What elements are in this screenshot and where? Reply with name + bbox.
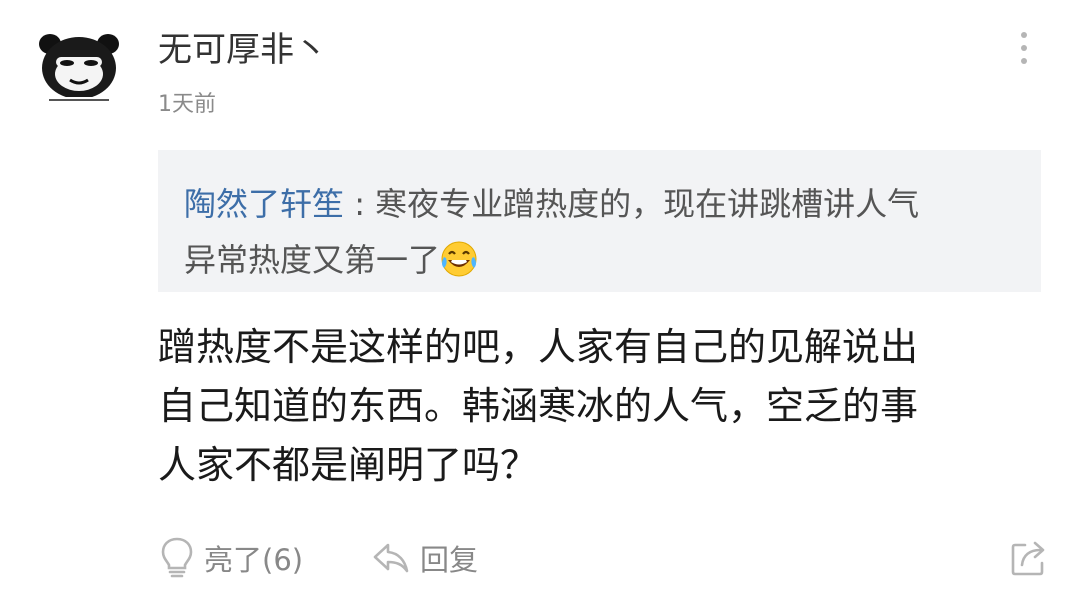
quoted-comment[interactable]: 陶然了轩笙 : 寒夜专业蹭热度的，现在讲跳槽讲人气 异常热度又第一了 xyxy=(158,150,1041,292)
quote-author[interactable]: 陶然了轩笙 xyxy=(184,185,344,223)
username[interactable]: 无可厚非丶 xyxy=(158,28,328,72)
share-icon xyxy=(1011,541,1045,576)
comment-body: 蹭热度不是这样的吧，人家有自己的见解说出 自己知道的东西。韩涵寒冰的人气，空乏的… xyxy=(158,318,1018,495)
comment-line-1: 蹭热度不是这样的吧，人家有自己的见解说出 xyxy=(158,325,919,369)
laughing-tears-emoji-icon xyxy=(441,241,477,277)
quote-line-1: 陶然了轩笙 : 寒夜专业蹭热度的，现在讲跳槽讲人气 xyxy=(184,176,1017,232)
share-button[interactable] xyxy=(1010,532,1048,584)
quote-separator: : xyxy=(344,185,376,223)
reply-label: 回复 xyxy=(420,543,479,577)
comment-line-3: 人家不都是阐明了吗？ xyxy=(158,443,539,487)
avatar[interactable] xyxy=(38,30,120,106)
more-vertical-icon[interactable] xyxy=(1012,32,1036,64)
like-label: 亮了(6) xyxy=(204,543,304,577)
reply-arrow-icon xyxy=(373,543,409,573)
quote-text-1: 寒夜专业蹭热度的，现在讲跳槽讲人气 xyxy=(375,185,920,223)
reply-button[interactable]: 回复 xyxy=(372,532,478,584)
timestamp: 1天前 xyxy=(158,92,216,117)
action-bar: 亮了(6) 回复 xyxy=(160,532,1050,584)
lightbulb-icon xyxy=(161,537,193,578)
comment-line-2: 自己知道的东西。韩涵寒冰的人气，空乏的事 xyxy=(158,384,919,428)
quote-text-2: 异常热度又第一了 xyxy=(184,241,441,279)
like-button[interactable]: 亮了(6) xyxy=(160,532,303,584)
quote-line-2: 异常热度又第一了 xyxy=(184,232,1017,288)
